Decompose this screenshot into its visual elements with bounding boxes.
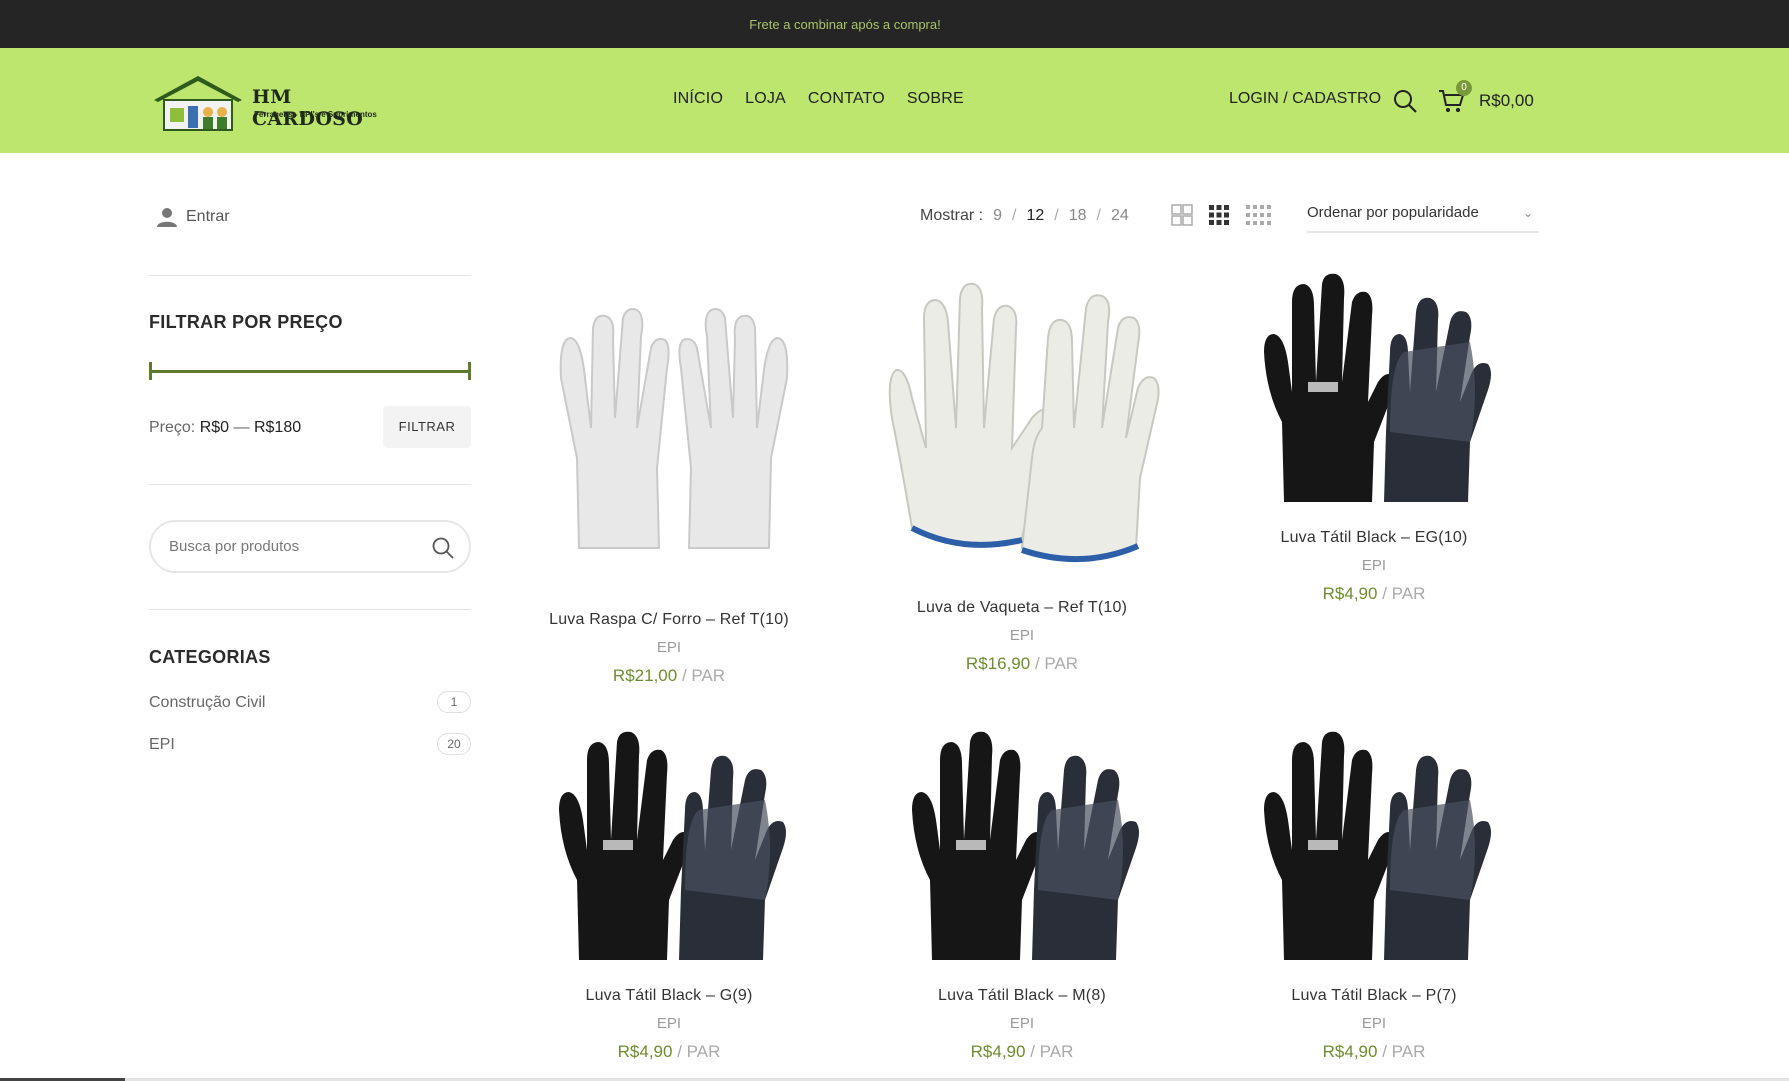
- black-glove-icon[interactable]: [539, 730, 799, 970]
- price-range-text: Preço: R$0 — R$180: [149, 419, 302, 436]
- price-slider-max-handle[interactable]: [468, 362, 471, 380]
- product-search-input[interactable]: Busca por produtos: [149, 520, 471, 573]
- cart-total[interactable]: R$0,00: [1479, 91, 1534, 111]
- user-icon: [157, 208, 177, 227]
- grid-view-switcher: [1171, 204, 1271, 226]
- login-register-link[interactable]: LOGIN / CADASTRO: [1229, 90, 1381, 108]
- cart-count-badge: 0: [1456, 80, 1472, 96]
- search-icon[interactable]: [1392, 88, 1418, 114]
- category-item-epi[interactable]: EPI 20: [149, 733, 471, 755]
- product-name[interactable]: Luva de Vaqueta – Ref T(10): [862, 599, 1182, 617]
- category-count: 20: [437, 733, 471, 755]
- product-card[interactable]: Luva Tátil Black – G(9) EPI R$4,90 / PAR: [509, 730, 829, 1062]
- product-card[interactable]: Luva Tátil Black – EG(10) EPI R$4,90 / P…: [1214, 272, 1534, 604]
- sidebar-login-link[interactable]: Entrar: [156, 206, 230, 228]
- chevron-down-icon: ⌄: [1522, 206, 1533, 220]
- nav-sobre[interactable]: SOBRE: [907, 90, 964, 108]
- product-card[interactable]: Luva de Vaqueta – Ref T(10) EPI R$16,90 …: [862, 278, 1182, 674]
- product-price: R$4,90 / PAR: [1322, 584, 1426, 603]
- price-range-slider[interactable]: [149, 362, 471, 380]
- product-price: R$4,90 / PAR: [617, 1042, 721, 1061]
- product-price: R$4,90 / PAR: [1322, 1042, 1426, 1061]
- price-max: R$180: [253, 419, 302, 436]
- site-header: HM CARDOSO Ferragens - EPI's e Supriment…: [0, 48, 1789, 153]
- grid-3-columns-icon[interactable]: [1208, 204, 1230, 226]
- product-category[interactable]: EPI: [862, 1015, 1182, 1032]
- divider: [149, 609, 471, 610]
- search-placeholder: Busca por produtos: [169, 538, 300, 555]
- brand-name: HM CARDOSO: [252, 86, 364, 130]
- category-item-construcao-civil[interactable]: Construção Civil 1: [149, 691, 471, 713]
- per-page-selector: Mostrar : 9 / 12 / 18 / 24: [920, 207, 1129, 225]
- nav-contato[interactable]: CONTATO: [808, 90, 885, 108]
- welding-glove-icon[interactable]: [519, 278, 819, 588]
- product-price: R$21,00 / PAR: [612, 666, 726, 685]
- leather-glove-icon[interactable]: [872, 278, 1172, 578]
- product-category[interactable]: EPI: [509, 1015, 829, 1032]
- sort-label: Ordenar por popularidade: [1307, 204, 1479, 221]
- grid-2-columns-icon[interactable]: [1171, 204, 1193, 226]
- product-name[interactable]: Luva Tátil Black – EG(10): [1214, 529, 1534, 547]
- header-actions: LOGIN / CADASTRO 0 R$0,00: [1229, 80, 1534, 113]
- divider: [149, 275, 471, 276]
- logo-house-icon: [154, 76, 242, 131]
- grid-4-columns-icon[interactable]: [1245, 204, 1271, 226]
- product-name[interactable]: Luva Raspa C/ Forro – Ref T(10): [509, 611, 829, 629]
- product-card[interactable]: Luva Tátil Black – M(8) EPI R$4,90 / PAR: [862, 730, 1182, 1062]
- black-glove-icon[interactable]: [1244, 730, 1504, 970]
- site-logo[interactable]: HM CARDOSO Ferragens - EPI's e Supriment…: [150, 72, 400, 132]
- nav-loja[interactable]: LOJA: [745, 90, 786, 108]
- product-category[interactable]: EPI: [862, 627, 1182, 644]
- divider: [149, 484, 471, 485]
- product-price: R$4,90 / PAR: [970, 1042, 1074, 1061]
- sort-select[interactable]: Ordenar por popularidade ⌄: [1307, 204, 1539, 233]
- product-card[interactable]: Luva Tátil Black – P(7) EPI R$4,90 / PAR: [1214, 730, 1534, 1062]
- product-card[interactable]: Luva Raspa C/ Forro – Ref T(10) EPI R$21…: [509, 278, 829, 686]
- product-name[interactable]: Luva Tátil Black – P(7): [1214, 987, 1534, 1005]
- product-category[interactable]: EPI: [509, 639, 829, 656]
- per-page-24[interactable]: 24: [1111, 207, 1129, 225]
- product-category[interactable]: EPI: [1214, 557, 1534, 574]
- nav-inicio[interactable]: INÍCIO: [673, 90, 723, 108]
- black-glove-icon[interactable]: [1244, 272, 1504, 512]
- black-glove-icon[interactable]: [892, 730, 1152, 970]
- product-name[interactable]: Luva Tátil Black – G(9): [509, 987, 829, 1005]
- brand-tagline: Ferragens - EPI's e Suprimentos: [254, 110, 377, 119]
- filter-button[interactable]: FILTRAR: [383, 406, 471, 448]
- price-slider-min-handle[interactable]: [149, 362, 152, 380]
- main-nav: INÍCIO LOJA CONTATO SOBRE: [673, 90, 964, 108]
- search-icon[interactable]: [431, 536, 455, 560]
- categories-title: CATEGORIAS: [149, 647, 271, 667]
- product-price: R$16,90 / PAR: [965, 654, 1079, 673]
- top-announcement-bar: Frete a combinar após a compra!: [0, 0, 1789, 48]
- show-label: Mostrar :: [920, 207, 984, 224]
- price-filter-title: FILTRAR POR PREÇO: [149, 312, 343, 332]
- per-page-9[interactable]: 9: [993, 207, 1002, 225]
- product-name[interactable]: Luva Tátil Black – M(8): [862, 987, 1182, 1005]
- category-count: 1: [437, 691, 471, 713]
- entrar-label: Entrar: [186, 208, 230, 225]
- shipping-message: Frete a combinar após a compra!: [749, 17, 941, 32]
- product-category[interactable]: EPI: [1214, 1015, 1534, 1032]
- price-min: R$0: [199, 419, 230, 436]
- per-page-12[interactable]: 12: [1026, 207, 1044, 225]
- per-page-18[interactable]: 18: [1069, 207, 1087, 225]
